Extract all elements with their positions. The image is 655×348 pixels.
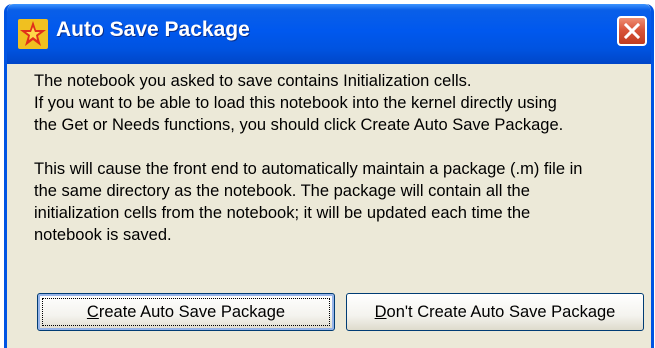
- dialog-window: Auto Save Package The notebook you asked…: [4, 4, 654, 348]
- dont-create-auto-save-package-button[interactable]: Don't Create Auto Save Package: [346, 293, 644, 331]
- message-line: If you want to be able to load this note…: [34, 94, 557, 112]
- message-line: the Get or Needs functions, you should c…: [34, 116, 564, 134]
- title-bar[interactable]: Auto Save Package: [7, 4, 651, 64]
- dialog-message: The notebook you asked to save contains …: [34, 70, 637, 246]
- focus-ring: [42, 298, 330, 326]
- close-icon: [623, 22, 641, 40]
- create-auto-save-package-button[interactable]: Create Auto Save Package: [37, 293, 335, 331]
- mnemonic-letter: D: [374, 302, 387, 321]
- message-line: notebook is saved.: [34, 226, 172, 244]
- message-line: This will cause the front end to automat…: [34, 160, 583, 178]
- message-line: the same directory as the notebook. The …: [34, 182, 530, 200]
- dialog-title: Auto Save Package: [56, 18, 250, 41]
- mathematica-star-icon: [18, 19, 48, 49]
- close-button[interactable]: [617, 16, 647, 46]
- button-label-rest: on't Create Auto Save Package: [386, 302, 616, 321]
- button-label: Don't Create Auto Save Package: [375, 303, 616, 321]
- message-line: initialization cells from the notebook; …: [34, 204, 531, 222]
- message-paragraph-2: This will cause the front end to automat…: [34, 158, 637, 246]
- message-paragraph-1: The notebook you asked to save contains …: [34, 70, 637, 136]
- message-line: The notebook you asked to save contains …: [34, 72, 472, 90]
